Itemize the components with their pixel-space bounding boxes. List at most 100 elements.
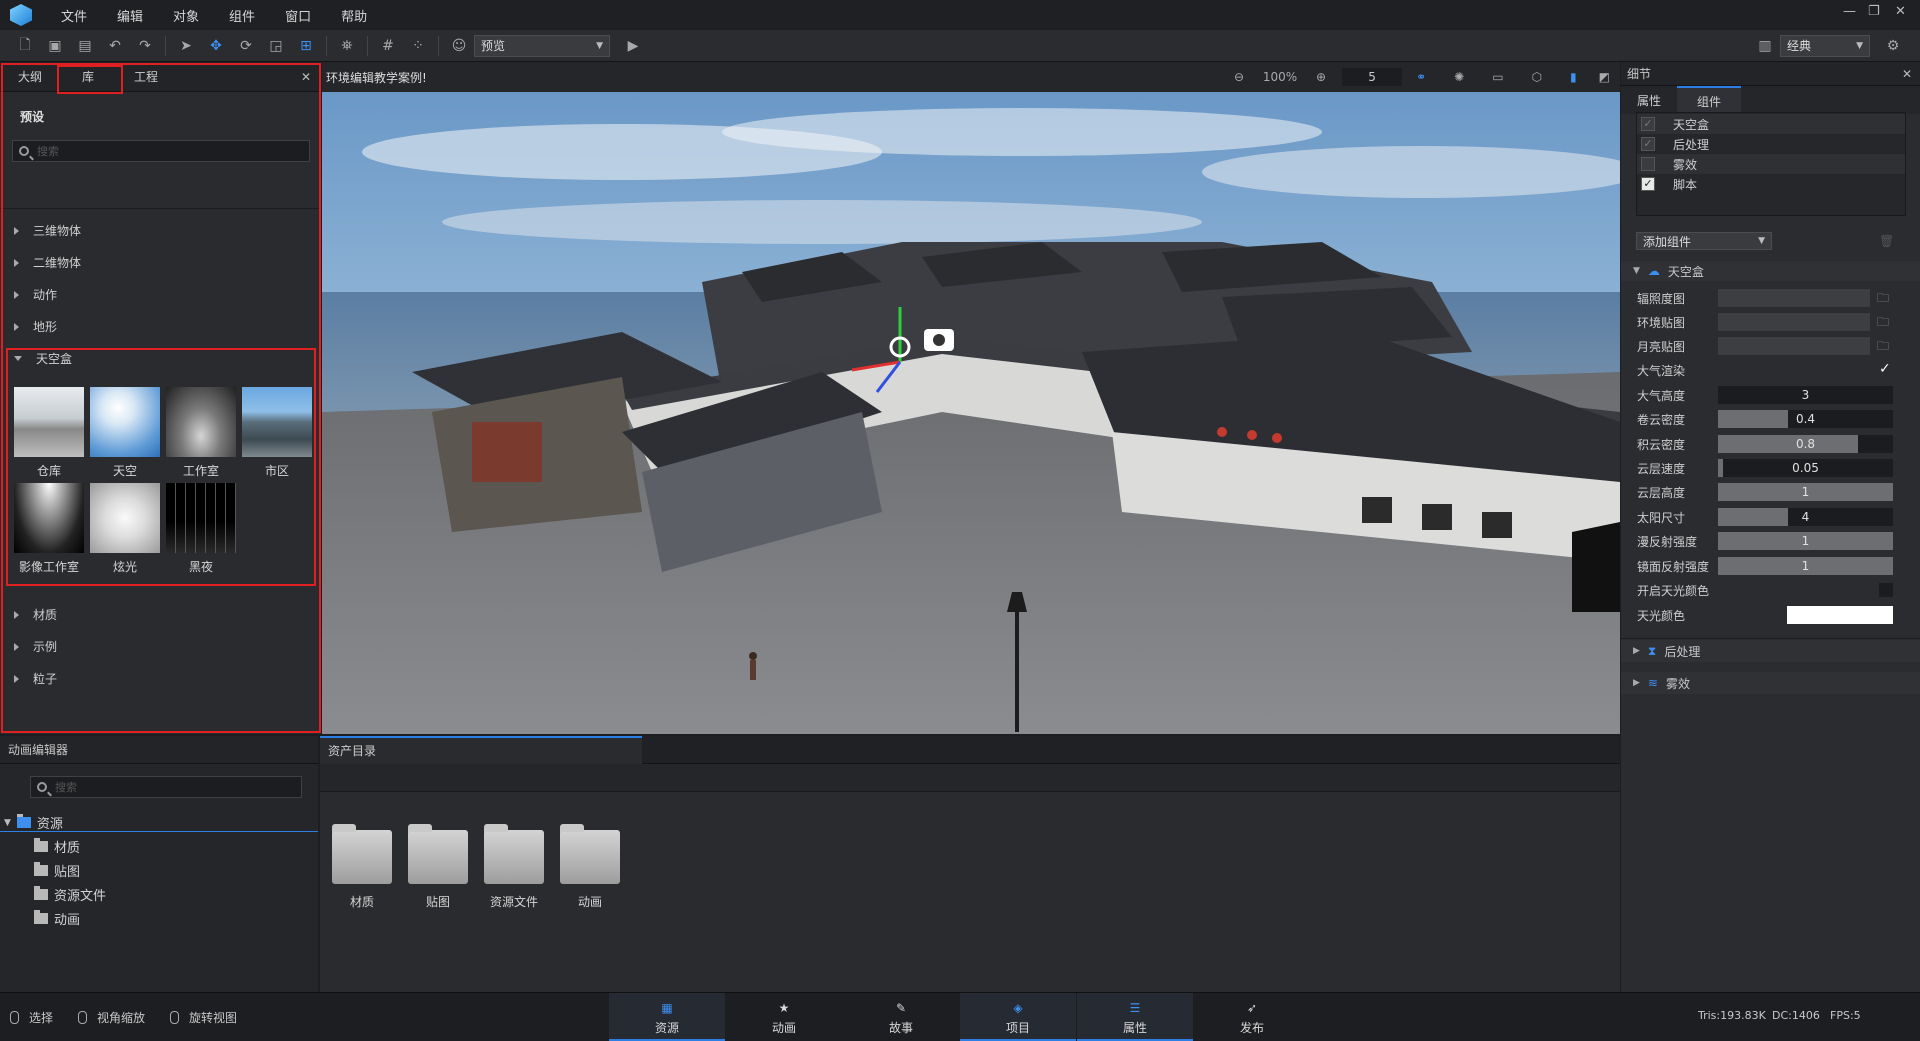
- menu-window[interactable]: 窗口: [270, 6, 326, 25]
- category-skybox[interactable]: 天空盒: [14, 350, 72, 367]
- cloud-speed-slider[interactable]: 0.05: [1718, 459, 1893, 477]
- skybox-glare[interactable]: 炫光: [90, 483, 160, 577]
- move-tool-icon[interactable]: ✥: [203, 33, 229, 59]
- skybox-photo-studio[interactable]: 影像工作室: [14, 483, 84, 577]
- status-zoom[interactable]: 视角缩放: [78, 1009, 145, 1026]
- menu-edit[interactable]: 编辑: [102, 6, 158, 25]
- section-postprocess-header[interactable]: ▶ ⧗ 后处理: [1621, 640, 1920, 662]
- moon-map-field[interactable]: [1718, 337, 1870, 355]
- section-fog-header[interactable]: ▶ ≋ 雾效: [1621, 672, 1920, 694]
- section-skybox-header[interactable]: ▼ ☁ 天空盒: [1621, 261, 1920, 281]
- 3d-viewport[interactable]: [322, 92, 1620, 734]
- close-icon[interactable]: ✕: [301, 70, 311, 84]
- link-icon[interactable]: ⚭: [1416, 70, 1426, 84]
- category-action[interactable]: 动作: [14, 286, 57, 303]
- tab-asset-directory[interactable]: 资产目录: [320, 736, 642, 764]
- category-particles[interactable]: 粒子: [14, 670, 57, 687]
- atmosphere-checkbox[interactable]: ✓: [1879, 362, 1893, 376]
- play-icon[interactable]: ▶: [620, 33, 646, 59]
- tree-item-texture[interactable]: 贴图: [34, 861, 80, 880]
- save-icon[interactable]: ▣: [42, 33, 68, 59]
- menu-help[interactable]: 帮助: [326, 6, 382, 25]
- tab-outline[interactable]: 大纲: [0, 62, 58, 92]
- category-examples[interactable]: 示例: [14, 638, 57, 655]
- redo-icon[interactable]: ↷: [132, 33, 158, 59]
- tab-project[interactable]: 工程: [118, 62, 174, 92]
- undo-icon[interactable]: ↶: [102, 33, 128, 59]
- camera-speed-input[interactable]: 5: [1342, 68, 1403, 86]
- category-material[interactable]: 材质: [14, 606, 57, 623]
- menu-object[interactable]: 对象: [158, 6, 214, 25]
- user-icon[interactable]: ☺: [446, 33, 472, 59]
- perspective-icon[interactable]: ▮: [1570, 70, 1577, 84]
- grid-icon[interactable]: #: [375, 33, 401, 59]
- tree-item-material[interactable]: 材质: [34, 837, 80, 856]
- layout-select[interactable]: 经典 ▼: [1780, 34, 1870, 57]
- tab-properties[interactable]: 属性: [1621, 86, 1677, 114]
- folder-icon[interactable]: 🗀: [1877, 337, 1889, 358]
- save-all-icon[interactable]: ▤: [72, 33, 98, 59]
- bottom-tab-story[interactable]: ✎ 故事: [843, 993, 959, 1041]
- sun-icon[interactable]: ✺: [1454, 70, 1464, 84]
- zoom-in-icon[interactable]: ⊕: [1316, 70, 1326, 84]
- wireframe-icon[interactable]: ◩: [1599, 70, 1610, 84]
- status-select[interactable]: 选择: [10, 1009, 53, 1026]
- settings-icon[interactable]: ⚙: [1880, 33, 1906, 59]
- restore-icon[interactable]: ❐: [1868, 4, 1880, 19]
- close-icon[interactable]: ✕: [1902, 67, 1912, 81]
- folder-icon[interactable]: 🗀: [1877, 289, 1889, 310]
- env-map-field[interactable]: [1718, 313, 1870, 331]
- category-3d[interactable]: 三维物体: [14, 222, 81, 239]
- bottom-tab-resources[interactable]: ▦ 资源: [609, 993, 725, 1041]
- bottom-tab-properties[interactable]: ☰ 属性: [1077, 993, 1193, 1041]
- skybox-night[interactable]: 黑夜: [166, 483, 236, 577]
- mode-select[interactable]: 预览 ▼: [474, 34, 610, 57]
- checkbox[interactable]: ✓: [1641, 137, 1655, 151]
- skybox-city[interactable]: 市区: [242, 387, 312, 481]
- tab-library[interactable]: 库: [58, 62, 118, 92]
- scale-tool-icon[interactable]: ◲: [263, 33, 289, 59]
- library-search-input[interactable]: 搜索: [12, 140, 310, 162]
- category-terrain[interactable]: 地形: [14, 318, 57, 335]
- skylight-checkbox[interactable]: [1879, 583, 1893, 597]
- menu-component[interactable]: 组件: [214, 6, 270, 25]
- new-file-icon[interactable]: 🗋: [12, 33, 38, 59]
- diffuse-intensity-slider[interactable]: 1: [1718, 532, 1893, 550]
- skylight-color-swatch[interactable]: [1787, 606, 1893, 624]
- skybox-sky[interactable]: 天空: [90, 387, 160, 481]
- tree-item-animation[interactable]: 动画: [34, 909, 80, 928]
- cloud-height-slider[interactable]: 1: [1718, 483, 1893, 501]
- checkbox[interactable]: ✓: [1641, 177, 1655, 191]
- atmosphere-height-slider[interactable]: 3: [1718, 386, 1893, 404]
- cumulus-density-slider[interactable]: 0.8: [1718, 435, 1893, 453]
- bottom-tab-project[interactable]: ◈ 项目: [960, 993, 1076, 1041]
- zoom-out-icon[interactable]: ⊖: [1234, 70, 1244, 84]
- add-component-select[interactable]: 添加组件 ▼: [1636, 232, 1772, 250]
- dots-grid-icon[interactable]: ⁘: [405, 33, 431, 59]
- layout-icon[interactable]: ▥: [1752, 33, 1778, 59]
- specular-intensity-slider[interactable]: 1: [1718, 557, 1893, 575]
- snap-tool-icon[interactable]: ⊞: [293, 33, 319, 59]
- cube-icon[interactable]: ⬡: [1532, 70, 1542, 84]
- tab-components[interactable]: 组件: [1677, 86, 1742, 114]
- sun-size-slider[interactable]: 4: [1718, 508, 1893, 526]
- network-icon[interactable]: ⛯: [334, 33, 360, 59]
- cirrus-density-slider[interactable]: 0.4: [1718, 410, 1893, 428]
- checkbox[interactable]: ✓: [1641, 117, 1655, 131]
- irradiance-map-field[interactable]: [1718, 289, 1870, 307]
- camera-icon[interactable]: ▭: [1492, 70, 1503, 84]
- skybox-studio[interactable]: 工作室: [166, 387, 236, 481]
- tree-item-resource-files[interactable]: 资源文件: [34, 885, 106, 904]
- category-2d[interactable]: 二维物体: [14, 254, 81, 271]
- rotate-tool-icon[interactable]: ⟳: [233, 33, 259, 59]
- bottom-tab-publish[interactable]: ➶ 发布: [1194, 993, 1310, 1041]
- folder-icon[interactable]: 🗀: [1877, 313, 1889, 334]
- tree-search-input[interactable]: 搜索: [30, 776, 302, 798]
- tree-root[interactable]: ▼ 资源: [0, 810, 318, 832]
- skybox-warehouse[interactable]: 仓库: [14, 387, 84, 481]
- checkbox[interactable]: [1641, 157, 1655, 171]
- minimize-icon[interactable]: —: [1843, 4, 1856, 19]
- close-window-icon[interactable]: ✕: [1895, 4, 1906, 19]
- menu-file[interactable]: 文件: [46, 6, 102, 25]
- trash-icon[interactable]: 🗑: [1879, 234, 1894, 248]
